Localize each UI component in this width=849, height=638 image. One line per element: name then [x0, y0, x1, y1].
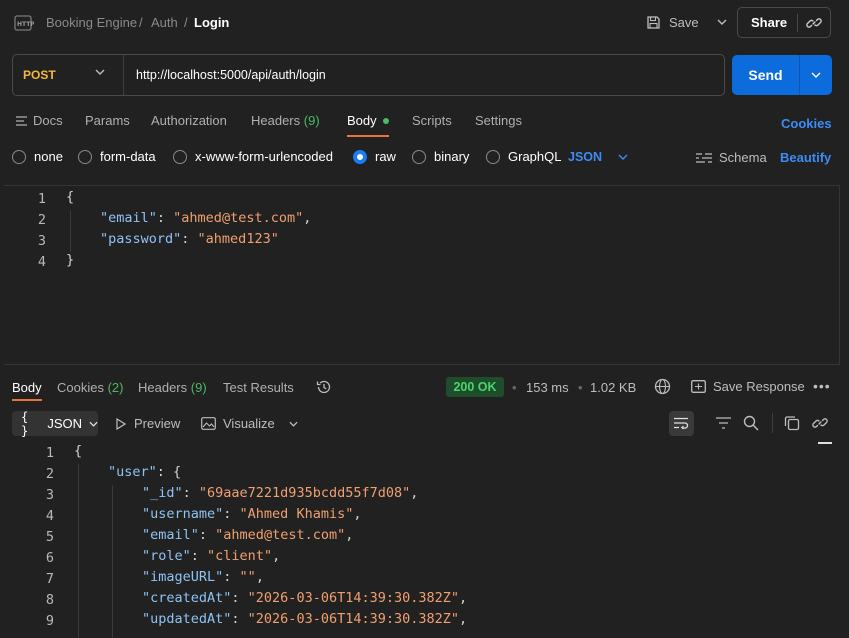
response-tab-headers[interactable]: Headers (9) — [138, 380, 207, 395]
divider — [772, 413, 773, 433]
filter-icon[interactable] — [716, 417, 731, 429]
active-tab-indicator — [12, 399, 42, 401]
link-icon[interactable] — [806, 15, 822, 31]
search-icon[interactable] — [743, 415, 759, 431]
http-icon: HTTP — [14, 13, 34, 33]
more-options-icon[interactable]: ••• — [813, 378, 831, 394]
code-line: "password": "ahmed123" — [100, 231, 279, 247]
schema-button[interactable]: Schema — [696, 150, 767, 165]
breadcrumb-separator: / — [184, 15, 188, 30]
globe-icon[interactable] — [654, 378, 671, 395]
breadcrumb-separator: / — [139, 15, 143, 30]
response-size[interactable]: 1.02 KB — [590, 380, 636, 395]
page-title: Login — [194, 15, 230, 30]
wrap-lines-button[interactable] — [669, 411, 694, 436]
code-brace: } — [66, 252, 75, 268]
save-response-button[interactable]: Save Response — [691, 379, 805, 394]
method-select[interactable]: POST — [23, 68, 56, 82]
save-button[interactable]: Save — [646, 8, 728, 36]
docs-icon — [16, 115, 27, 126]
modified-dot-icon — [382, 117, 389, 124]
radio-none[interactable]: none — [12, 149, 63, 164]
radio-binary[interactable]: binary — [412, 149, 469, 164]
status-badge[interactable]: 200 OK — [446, 377, 504, 397]
url-input[interactable]: http://localhost:5000/api/auth/login — [136, 68, 326, 82]
line-numbers: 1 2 3 4 5 6 7 8 9 — [45, 445, 54, 629]
history-icon[interactable] — [316, 379, 332, 395]
beautify-button[interactable]: Beautify — [780, 150, 831, 165]
code-line: "user": { — [108, 464, 182, 480]
save-icon — [646, 15, 661, 30]
response-time[interactable]: 153 ms — [526, 380, 569, 395]
response-body-viewer[interactable]: 1 2 3 4 5 6 7 8 9 { "user": { "_id": "69… — [0, 440, 849, 638]
braces-icon: { } — [21, 409, 29, 438]
divider — [123, 55, 124, 95]
send-button[interactable]: Send — [732, 55, 832, 95]
request-body-editor[interactable]: 1 2 3 4 { "email": "ahmed@test.com", "pa… — [4, 185, 840, 365]
code-line: "imageURL": "", — [142, 569, 264, 585]
response-tab-test-results[interactable]: Test Results — [223, 380, 294, 395]
code-line: "updatedAt": "2026-03-06T14:39:30.382Z", — [142, 611, 468, 627]
code-line: "email": "ahmed@test.com", — [100, 210, 312, 226]
share-label: Share — [751, 15, 788, 30]
chevron-down-icon — [89, 421, 98, 427]
save-response-icon — [691, 380, 706, 393]
divider — [799, 55, 800, 95]
code-line: "createdAt": "2026-03-06T14:39:30.382Z", — [142, 590, 468, 606]
divider — [797, 14, 798, 32]
save-label: Save — [669, 14, 699, 30]
play-icon — [116, 417, 126, 430]
wrap-icon — [674, 417, 689, 430]
tab-scripts[interactable]: Scripts — [412, 113, 452, 128]
response-tab-cookies[interactable]: Cookies (2) — [57, 380, 123, 395]
breadcrumb-folder[interactable]: Auth — [151, 15, 178, 30]
line-numbers: 1 2 3 4 — [37, 191, 46, 270]
tab-docs[interactable]: Docs — [16, 113, 63, 128]
tab-body[interactable]: Body — [347, 113, 389, 128]
tab-headers[interactable]: Headers (9) — [251, 113, 320, 128]
cookies-link[interactable]: Cookies — [781, 116, 832, 131]
response-format-select[interactable]: { } JSON — [12, 409, 98, 438]
chevron-down-icon[interactable] — [289, 421, 298, 427]
chevron-down-icon[interactable] — [811, 72, 821, 78]
code-brace: { — [66, 189, 75, 205]
radio-form-data[interactable]: form-data — [78, 149, 156, 164]
share-button[interactable]: Share — [737, 7, 831, 38]
tab-authorization[interactable]: Authorization — [151, 113, 227, 128]
copy-icon[interactable] — [784, 415, 800, 431]
chevron-down-icon — [618, 154, 628, 160]
image-icon — [201, 417, 216, 430]
code-line: "email": "ahmed@test.com", — [142, 527, 354, 543]
radio-raw[interactable]: raw — [353, 149, 396, 164]
preview-button[interactable]: Preview — [116, 416, 180, 431]
url-bar: POST http://localhost:5000/api/auth/logi… — [12, 54, 725, 96]
headers-count: (9) — [303, 113, 320, 128]
radio-urlencoded[interactable]: x-www-form-urlencoded — [173, 149, 333, 164]
chevron-down-icon[interactable] — [95, 69, 105, 75]
link-icon[interactable] — [812, 415, 828, 431]
code-brace: { — [74, 443, 83, 459]
top-bar: HTTP Booking Engine / Auth / Login Save … — [0, 0, 849, 46]
code-line: "_id": "69aae7221d935bcdd55f7d08", — [142, 485, 419, 501]
chevron-down-icon[interactable] — [717, 19, 727, 25]
code-line: "role": "client", — [142, 548, 281, 564]
response-tab-body[interactable]: Body — [12, 380, 42, 395]
visualize-button[interactable]: Visualize — [201, 416, 298, 431]
tab-params[interactable]: Params — [85, 113, 130, 128]
breadcrumb-collection[interactable]: Booking Engine — [46, 15, 137, 30]
schema-icon — [696, 152, 712, 164]
scrollbar-thumb[interactable] — [818, 442, 832, 444]
svg-text:HTTP: HTTP — [17, 21, 34, 28]
code-line: "username": "Ahmed Khamis", — [142, 506, 362, 522]
send-label: Send — [748, 67, 783, 83]
format-select[interactable]: JSON — [568, 150, 628, 164]
tab-settings[interactable]: Settings — [475, 113, 522, 128]
radio-graphql[interactable]: GraphQL — [486, 149, 561, 164]
active-tab-indicator — [347, 135, 389, 137]
